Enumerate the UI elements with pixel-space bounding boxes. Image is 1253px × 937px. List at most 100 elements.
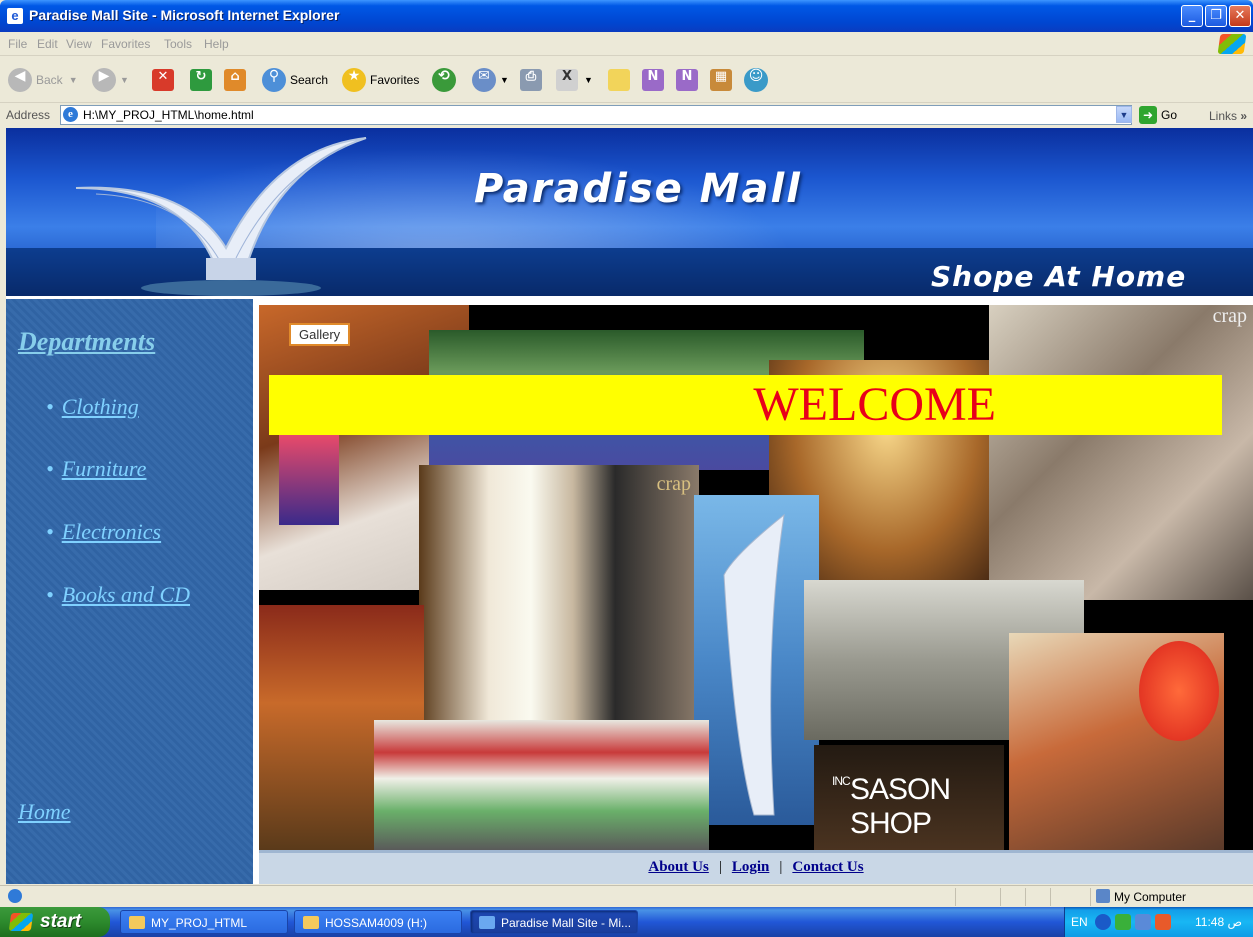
dept-link-books-cd[interactable]: • Books and CD [46, 582, 190, 608]
close-button[interactable]: ✕ [1229, 5, 1251, 27]
search-button[interactable]: ⚲ Search [262, 65, 328, 95]
browser-window: e Paradise Mall Site - Microsoft Interne… [0, 0, 1253, 907]
system-tray: EN 11:48 ص [1064, 907, 1253, 937]
menu-view[interactable]: View [66, 37, 92, 51]
start-button[interactable]: start [0, 907, 110, 937]
task-my-proj-html[interactable]: MY_PROJ_HTML [120, 910, 288, 934]
users-icon: ☺ [744, 68, 768, 92]
sidebar: Departments • Clothing • Furniture • Electr… [6, 299, 253, 884]
menu-bar: File Edit View Favorites Tools Help [0, 32, 1253, 56]
task-paradise-mall[interactable]: Paradise Mall Site - Mi... [470, 910, 638, 934]
tower-shape [723, 513, 785, 816]
login-link[interactable]: Login [732, 859, 770, 875]
minimize-button[interactable]: _ [1181, 5, 1203, 27]
dept-link-furniture[interactable]: • Furniture [46, 456, 146, 482]
media-button[interactable]: ▦ [710, 65, 732, 95]
messenger-button[interactable]: N [642, 65, 664, 95]
computer-icon [1096, 889, 1110, 903]
maximize-button[interactable]: ❐ [1205, 5, 1227, 27]
sason-sign: SASON SHOP INC [832, 759, 951, 840]
discuss-button[interactable] [608, 65, 630, 95]
menu-help[interactable]: Help [204, 37, 229, 51]
bullet-icon: • [46, 519, 54, 544]
forward-arrow-icon: ▶ [92, 68, 116, 92]
chevron-down-icon: ▼ [500, 75, 509, 85]
print-button[interactable]: ⎙ [520, 65, 542, 95]
research-icon: N [676, 69, 698, 91]
folder-icon [129, 916, 145, 929]
mail-button[interactable]: ✉ ▼ [472, 65, 509, 95]
menu-tools[interactable]: Tools [164, 37, 192, 51]
task-hossam-drive[interactable]: HOSSAM4009 (H:) [294, 910, 462, 934]
divider [1025, 888, 1026, 906]
address-dropdown-button[interactable]: ▼ [1116, 106, 1132, 123]
folder-icon [303, 916, 319, 929]
photo-supermarket [374, 720, 709, 850]
sason-sign-suffix: INC [832, 774, 851, 788]
task-label: MY_PROJ_HTML [151, 916, 248, 930]
devices-icon[interactable] [1135, 914, 1151, 930]
edit-button[interactable]: X ▼ [556, 65, 593, 95]
home-link[interactable]: Home [18, 799, 71, 825]
divider [1000, 888, 1001, 906]
go-label: Go [1161, 108, 1178, 122]
messenger-icon: N [642, 69, 664, 91]
tower-illustration [75, 137, 367, 296]
ie-icon: e [7, 8, 23, 24]
menu-favorites[interactable]: Favorites [101, 37, 150, 51]
security-icon[interactable] [1155, 914, 1171, 930]
print-icon: ⎙ [520, 69, 542, 91]
photo-escalators: crap [989, 305, 1253, 600]
menu-edit[interactable]: Edit [37, 37, 58, 51]
watermark: crap [656, 473, 691, 495]
address-label: Address [6, 108, 51, 122]
favorites-button[interactable]: ★ Favorites [342, 65, 419, 95]
address-input[interactable]: H:\MY_PROJ_HTML\home.html [60, 105, 1132, 125]
poster [279, 435, 339, 525]
stop-button[interactable]: ✕ [152, 65, 174, 95]
about-us-link[interactable]: About Us [648, 859, 708, 875]
web-page: Paradise Mall Shope At Home Departments … [6, 128, 1253, 884]
taskbar: start MY_PROJ_HTML HOSSAM4009 (H:) Parad… [0, 907, 1253, 937]
users-button[interactable]: ☺ [744, 65, 772, 95]
refresh-button[interactable]: ↻ [190, 65, 212, 95]
bullet-icon: • [46, 456, 54, 481]
history-button[interactable]: ⟲ [432, 65, 460, 95]
back-button[interactable]: ◀ Back ▼ [8, 65, 78, 95]
window-title: Paradise Mall Site - Microsoft Internet … [29, 7, 340, 23]
welcome-banner: WELCOME [269, 375, 1222, 435]
forward-button[interactable]: ▶ ▼ [92, 65, 129, 95]
divider [1090, 888, 1091, 906]
menu-file[interactable]: File [8, 37, 27, 51]
search-label: Search [290, 73, 329, 87]
go-arrow-icon: ➜ [1139, 106, 1157, 124]
bullet-icon: • [46, 582, 54, 607]
dept-link-clothing[interactable]: • Clothing [46, 394, 139, 420]
separator: | [779, 859, 783, 875]
title-bar[interactable]: e Paradise Mall Site - Microsoft Interne… [0, 0, 1253, 32]
windows-logo-icon [8, 913, 34, 931]
page-status-icon [8, 889, 22, 903]
clock: 11:48 ص [1195, 915, 1242, 929]
security-zone: My Computer [1114, 890, 1187, 904]
network-icon[interactable] [1115, 914, 1131, 930]
research-button[interactable]: N [676, 65, 698, 95]
media-icon: ▦ [710, 69, 732, 91]
chevron-icon[interactable] [1095, 914, 1111, 930]
dept-link-electronics[interactable]: • Electronics [46, 519, 161, 545]
dept-label: Clothing [61, 394, 139, 419]
photo-lantern-lobby: crap [419, 465, 699, 725]
windows-logo-icon [1217, 34, 1247, 54]
home-button[interactable]: ⌂ [224, 65, 246, 95]
ie-icon [479, 916, 495, 929]
links-button[interactable]: Links » [1209, 109, 1247, 123]
discuss-icon [608, 69, 630, 91]
departments-heading[interactable]: Departments [18, 327, 155, 357]
language-indicator[interactable]: EN [1071, 915, 1088, 929]
divider [955, 888, 956, 906]
red-lantern [1139, 641, 1219, 741]
star-icon: ★ [342, 68, 366, 92]
contact-us-link[interactable]: Contact Us [792, 859, 863, 875]
separator: | [718, 859, 722, 875]
go-button[interactable]: ➜ Go [1139, 106, 1177, 124]
